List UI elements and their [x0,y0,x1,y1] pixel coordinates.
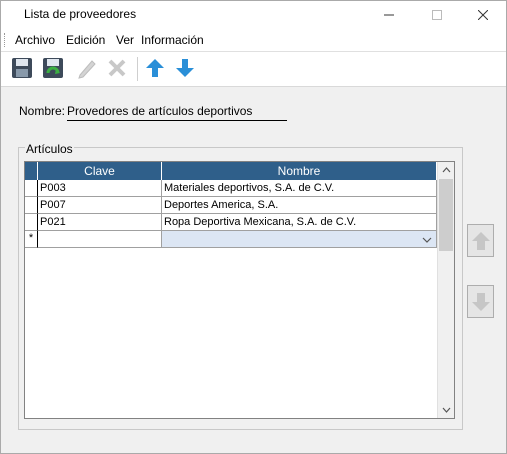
grid-vertical-scrollbar[interactable] [437,162,454,418]
arrow-up-icon [471,231,490,250]
row-header-corner [25,162,38,180]
save-refresh-button[interactable] [41,56,67,82]
menu-grip [4,33,6,47]
cell-nombre[interactable]: Materiales deportivos, S.A. de C.V. [162,180,437,197]
close-icon [478,10,488,20]
maximize-button[interactable] [414,1,460,29]
row-selector[interactable] [25,214,38,231]
minimize-button[interactable] [366,1,412,29]
toolbar [1,52,506,87]
menu-edicion[interactable]: Edición [66,33,105,47]
window-title: Lista de proveedores [24,7,137,21]
cell-clave[interactable]: P003 [38,180,162,197]
toolbar-separator [137,57,138,81]
chevron-down-icon [422,237,432,243]
menu-archivo[interactable]: Archivo [15,33,55,47]
save-button[interactable] [10,56,36,82]
nombre-value: Provedores de artículos deportivos [67,104,287,121]
close-button[interactable] [460,1,506,29]
move-row-up-button[interactable] [467,224,494,257]
save-refresh-icon [43,58,63,78]
move-up-button[interactable] [143,56,169,82]
minimize-icon [384,14,394,16]
menu-ver[interactable]: Ver [116,33,134,47]
articulos-grid: Clave Nombre P003 Materiales deportivos,… [24,161,455,419]
move-row-down-button[interactable] [467,285,494,318]
edit-button[interactable] [75,56,101,82]
column-header-clave[interactable]: Clave [38,162,162,180]
arrow-up-icon [146,59,164,77]
title-bar: Lista de proveedores [1,1,506,29]
arrow-down-icon [471,292,490,311]
row-selector[interactable] [25,180,38,197]
cell-nombre[interactable]: Deportes America, S.A. [162,197,437,214]
move-down-button[interactable] [173,56,199,82]
menu-informacion[interactable]: Información [141,33,204,47]
new-row-marker[interactable]: * [25,231,38,248]
scrollbar-thumb[interactable] [439,179,453,251]
row-selector[interactable] [25,197,38,214]
cell-nombre[interactable]: Ropa Deportiva Mexicana, S.A. de C.V. [162,214,437,231]
save-icon [12,58,32,78]
delete-button[interactable] [105,56,131,82]
window: Lista de proveedores Archivo Edición Ver… [0,0,507,454]
delete-icon [108,59,126,77]
articulos-group-label: Artículos [25,142,74,156]
edit-icon [78,60,96,79]
new-row-nombre-dropdown[interactable] [162,231,437,248]
maximize-icon [432,10,442,20]
column-header-nombre[interactable]: Nombre [162,162,437,180]
nombre-label: Nombre: [19,104,66,118]
new-row-clave-cell[interactable] [38,231,162,248]
cell-clave[interactable]: P021 [38,214,162,231]
menu-bar: Archivo Edición Ver Información [1,29,506,52]
cell-clave[interactable]: P007 [38,197,162,214]
scroll-up-arrow-icon[interactable] [438,162,454,178]
arrow-down-icon [176,59,194,77]
scroll-down-arrow-icon[interactable] [438,402,454,418]
